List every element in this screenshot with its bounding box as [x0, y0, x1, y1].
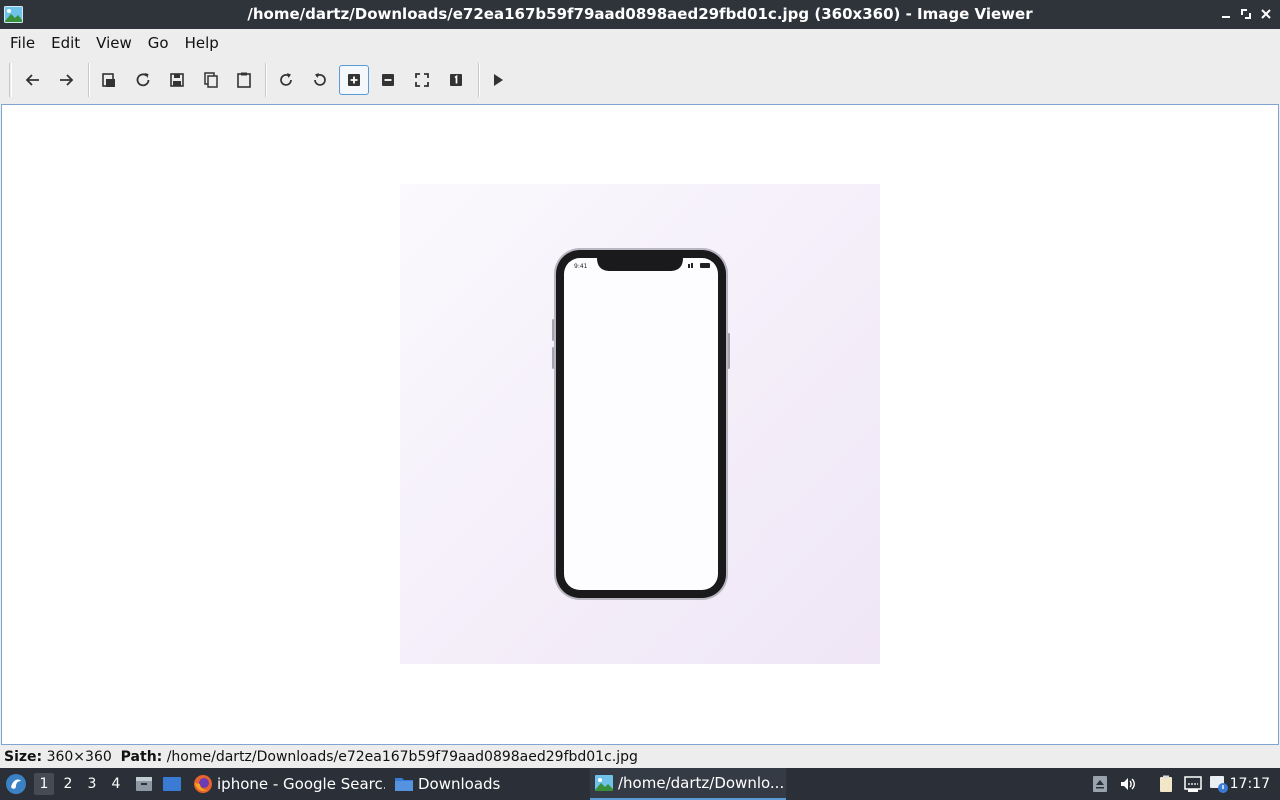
- volume-icon[interactable]: [1118, 774, 1138, 794]
- zoom-in-button[interactable]: [339, 65, 369, 95]
- menu-bar: File Edit View Go Help: [0, 29, 1280, 57]
- close-icon[interactable]: [1259, 7, 1273, 21]
- save-button[interactable]: [162, 65, 192, 95]
- clipboard-icon[interactable]: [1156, 774, 1176, 794]
- toolbar-separator: [478, 63, 480, 97]
- task-firefox-label: iphone - Google Searc...: [217, 775, 385, 793]
- zoom-out-icon: [382, 74, 394, 86]
- minimize-icon[interactable]: [1219, 7, 1233, 21]
- menu-help[interactable]: Help: [177, 29, 227, 57]
- rotate-counterclockwise-button[interactable]: [305, 65, 335, 95]
- phone-status-time: 9:41: [574, 263, 588, 270]
- zoom-in-icon: [348, 74, 360, 86]
- taskbar: 1 2 3 4 iphone - Google Searc... Downloa…: [0, 768, 1280, 800]
- paste-icon: [237, 72, 251, 88]
- image-view-area[interactable]: 9:41: [1, 104, 1279, 745]
- workspace-3[interactable]: 3: [82, 773, 102, 795]
- task-downloads-label: Downloads: [418, 775, 501, 793]
- network-icon[interactable]: [1183, 774, 1203, 794]
- open-file-icon: [102, 73, 115, 87]
- zoom-out-button[interactable]: [373, 65, 403, 95]
- folder-icon: [395, 778, 413, 791]
- title-bar[interactable]: /home/dartz/Downloads/e72ea167b59f79aad0…: [0, 0, 1280, 29]
- file-manager-icon[interactable]: [134, 774, 154, 794]
- size-label: Size:: [4, 749, 43, 765]
- open-button[interactable]: [94, 65, 124, 95]
- paste-button[interactable]: [229, 65, 259, 95]
- toolbar-separator: [88, 63, 90, 97]
- workspace-4[interactable]: 4: [106, 773, 126, 795]
- reload-button[interactable]: [128, 65, 158, 95]
- toolbar-grip[interactable]: [9, 63, 12, 97]
- task-firefox[interactable]: iphone - Google Searc...: [193, 768, 385, 800]
- menu-file[interactable]: File: [2, 29, 43, 57]
- menu-edit[interactable]: Edit: [43, 29, 88, 57]
- window-title: /home/dartz/Downloads/e72ea167b59f79aad0…: [247, 5, 1033, 23]
- workspace-1[interactable]: 1: [34, 773, 54, 795]
- task-image-viewer[interactable]: /home/dartz/Downlo...: [590, 768, 786, 800]
- task-image-viewer-label: /home/dartz/Downlo...: [618, 774, 785, 792]
- start-menu-icon[interactable]: [5, 773, 27, 795]
- arrow-left-icon: [25, 74, 39, 86]
- maximize-icon[interactable]: [1239, 7, 1253, 21]
- workspace-2[interactable]: 2: [58, 773, 78, 795]
- rotate-ccw-icon: [314, 73, 326, 86]
- arrow-right-icon: [60, 74, 74, 86]
- play-icon: [494, 74, 503, 86]
- phone-image: 9:41: [552, 248, 730, 600]
- task-downloads[interactable]: Downloads: [394, 768, 574, 800]
- copy-button[interactable]: [196, 65, 226, 95]
- forward-button[interactable]: [51, 65, 81, 95]
- status-bar: Size: 360×360 Path: /home/dartz/Download…: [0, 746, 1280, 768]
- desktop-icon[interactable]: [162, 774, 182, 794]
- eject-icon[interactable]: [1090, 774, 1110, 794]
- notification-icon[interactable]: [1209, 774, 1229, 794]
- fit-window-button[interactable]: [407, 65, 437, 95]
- path-label: Path:: [120, 749, 163, 765]
- menu-view[interactable]: View: [88, 29, 140, 57]
- size-value: 360×360: [46, 749, 112, 765]
- copy-icon: [204, 72, 218, 88]
- back-button[interactable]: [18, 65, 48, 95]
- slideshow-button[interactable]: [483, 65, 513, 95]
- rotate-clockwise-button[interactable]: [271, 65, 301, 95]
- menu-go[interactable]: Go: [140, 29, 177, 57]
- path-value: /home/dartz/Downloads/e72ea167b59f79aad0…: [166, 749, 638, 765]
- image-viewer-icon: [595, 775, 613, 791]
- toolbar: [0, 57, 1280, 103]
- firefox-icon: [194, 775, 212, 793]
- fit-window-icon: [415, 73, 429, 87]
- original-size-button[interactable]: [441, 65, 471, 95]
- displayed-image: 9:41: [400, 184, 880, 664]
- rotate-cw-icon: [280, 73, 292, 86]
- original-size-icon: [450, 74, 462, 86]
- reload-icon: [136, 73, 150, 87]
- clock[interactable]: 17:17: [1230, 768, 1270, 800]
- toolbar-separator: [265, 63, 267, 97]
- save-icon: [170, 73, 184, 87]
